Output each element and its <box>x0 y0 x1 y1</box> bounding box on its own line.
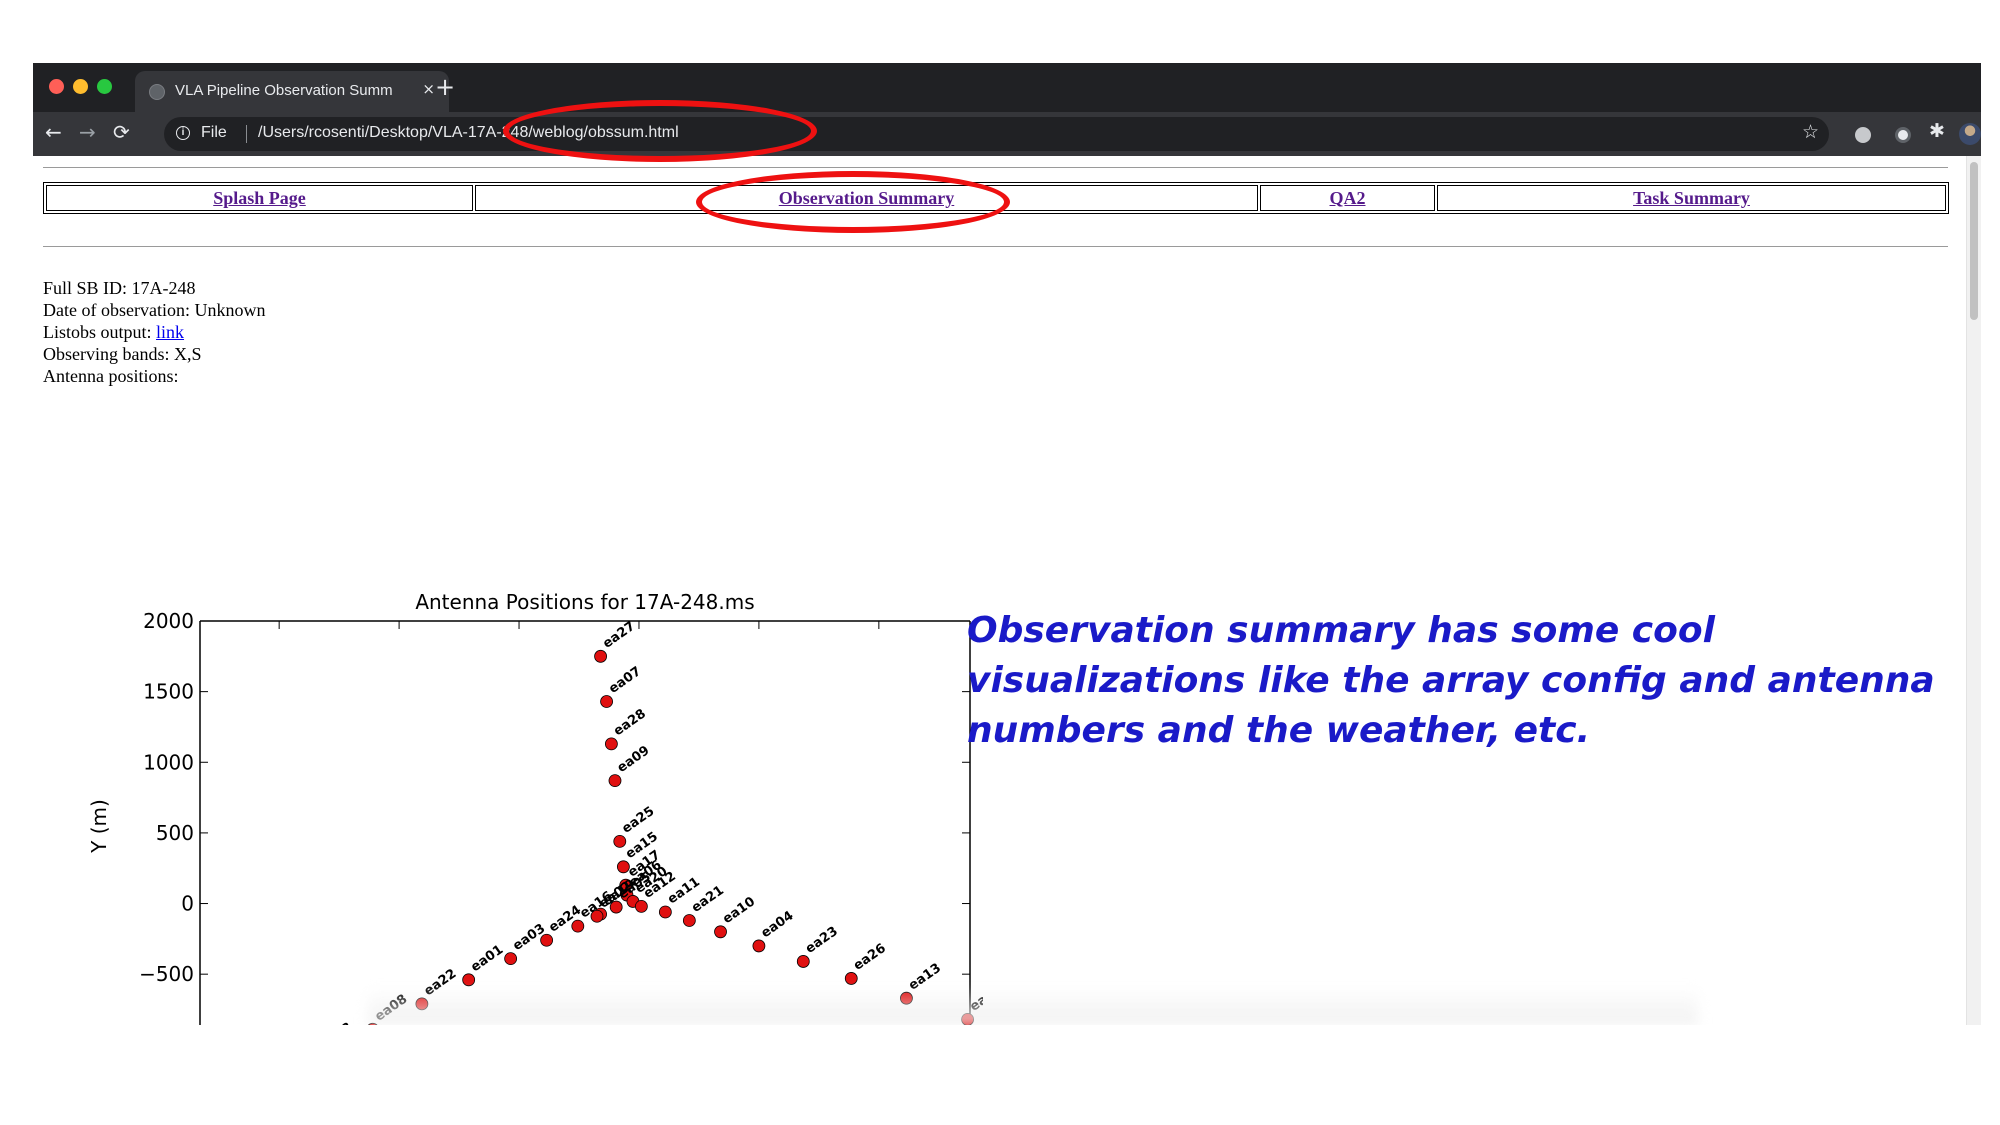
url-highlight-ellipse <box>503 100 817 162</box>
antenna-label: ea18 <box>317 1020 355 1025</box>
date-of-observation: Date of observation: Unknown <box>43 300 266 320</box>
antenna-point <box>658 905 672 919</box>
antenna-label: ea01 <box>468 942 506 975</box>
y-tick-label: 1000 <box>143 750 194 774</box>
zoom-window-button[interactable] <box>97 79 112 94</box>
page-content: Splash Page Observation Summary QA2 Task… <box>33 156 1981 1025</box>
address-bar[interactable]: i File /Users/rcosenti/Desktop/VLA-17A-2… <box>164 117 1829 151</box>
tab-observation-summary[interactable]: VLA Pipeline Observation Summ × <box>135 71 449 112</box>
task-summary-link[interactable]: Task Summary <box>1633 188 1750 208</box>
tab-title: VLA Pipeline Observation Summ <box>175 82 393 99</box>
bottom-fade-overlay <box>368 986 1698 1025</box>
y-tick-label: 2000 <box>143 609 194 633</box>
extension-icon[interactable] <box>1855 127 1871 143</box>
browser-toolbar: ← → ⟳ i File /Users/rcosenti/Desktop/VLA… <box>33 112 1981 156</box>
antenna-label: ea27 <box>600 619 638 652</box>
antenna-point <box>613 834 627 848</box>
splash-page-link[interactable]: Splash Page <box>213 188 306 208</box>
antenna-label: ea09 <box>615 743 653 776</box>
y-axis-label: Y (m) <box>87 799 111 854</box>
full-sb-id: Full SB ID: 17A-248 <box>43 278 196 298</box>
listobs-label: Listobs output: <box>43 322 157 342</box>
antenna-point <box>844 972 858 985</box>
nav-cell-task-summary: Task Summary <box>1437 185 1946 211</box>
antenna-point <box>608 774 622 788</box>
nav-cell-qa2: QA2 <box>1260 185 1435 211</box>
observation-info: Full SB ID: 17A-248 Date of observation:… <box>43 277 265 387</box>
antenna-label: ea10 <box>720 894 758 927</box>
antenna-point <box>504 952 518 966</box>
minimize-window-button[interactable] <box>73 79 88 94</box>
close-window-button[interactable] <box>49 79 64 94</box>
y-tick-label: 0 <box>181 892 194 916</box>
antenna-point <box>752 939 766 953</box>
chart-title: Antenna Positions for 17A-248.ms <box>415 590 754 614</box>
listobs-row: Listobs output: link <box>43 321 265 343</box>
antenna-positions-plot: Antenna Positions for 17A-248.ms 2000 1500… <box>87 590 983 1025</box>
info-icon[interactable]: i <box>176 126 190 140</box>
back-arrow-icon[interactable]: ← <box>45 120 62 144</box>
y-tick-label: −500 <box>139 962 194 986</box>
antenna-point <box>600 695 613 708</box>
extensions-puzzle-icon[interactable]: ✱ <box>1929 120 1945 142</box>
vertical-scrollbar[interactable] <box>1966 156 1981 1025</box>
forward-arrow-icon[interactable]: → <box>79 120 96 144</box>
antenna-point <box>462 973 476 987</box>
listobs-link[interactable]: link <box>156 322 184 342</box>
y-tick-label: 1500 <box>143 680 194 704</box>
new-tab-button[interactable]: + <box>435 73 455 101</box>
annotation-text: Observation summary has some cool visual… <box>967 610 1935 751</box>
antenna-label: ea04 <box>759 908 797 941</box>
antenna-point <box>604 737 618 751</box>
antenna-point <box>594 649 607 663</box>
extension-record-icon[interactable] <box>1895 127 1911 143</box>
scrollbar-thumb[interactable] <box>1970 162 1978 320</box>
antenna-label: ea23 <box>803 924 841 957</box>
url-scheme-label: File <box>201 124 227 141</box>
antenna-point <box>714 925 727 939</box>
y-tick-label: 500 <box>156 821 194 845</box>
qa2-link[interactable]: QA2 <box>1330 188 1366 208</box>
antenna-label: ea07 <box>606 664 644 697</box>
antenna-label: ea26 <box>851 941 889 974</box>
profile-avatar[interactable] <box>1959 123 1981 145</box>
antenna-point <box>796 955 810 968</box>
nav-highlight-ellipse <box>696 171 1010 233</box>
antenna-label: ea28 <box>611 706 649 739</box>
omnibox-divider <box>246 125 247 143</box>
nav-cell-splash: Splash Page <box>46 185 473 211</box>
tab-strip: VLA Pipeline Observation Summ × + <box>33 63 1981 112</box>
top-divider <box>43 167 1948 168</box>
bookmark-star-icon[interactable]: ☆ <box>1802 121 1819 143</box>
observing-bands: Observing bands: X,S <box>43 344 202 364</box>
antenna-point <box>634 899 648 913</box>
reload-icon[interactable]: ⟳ <box>113 120 130 144</box>
antenna-positions-label: Antenna positions: <box>43 366 179 386</box>
antenna-point <box>682 914 696 927</box>
globe-icon <box>149 84 165 100</box>
nav-bottom-divider <box>43 246 1948 247</box>
close-icon[interactable]: × <box>422 80 435 98</box>
